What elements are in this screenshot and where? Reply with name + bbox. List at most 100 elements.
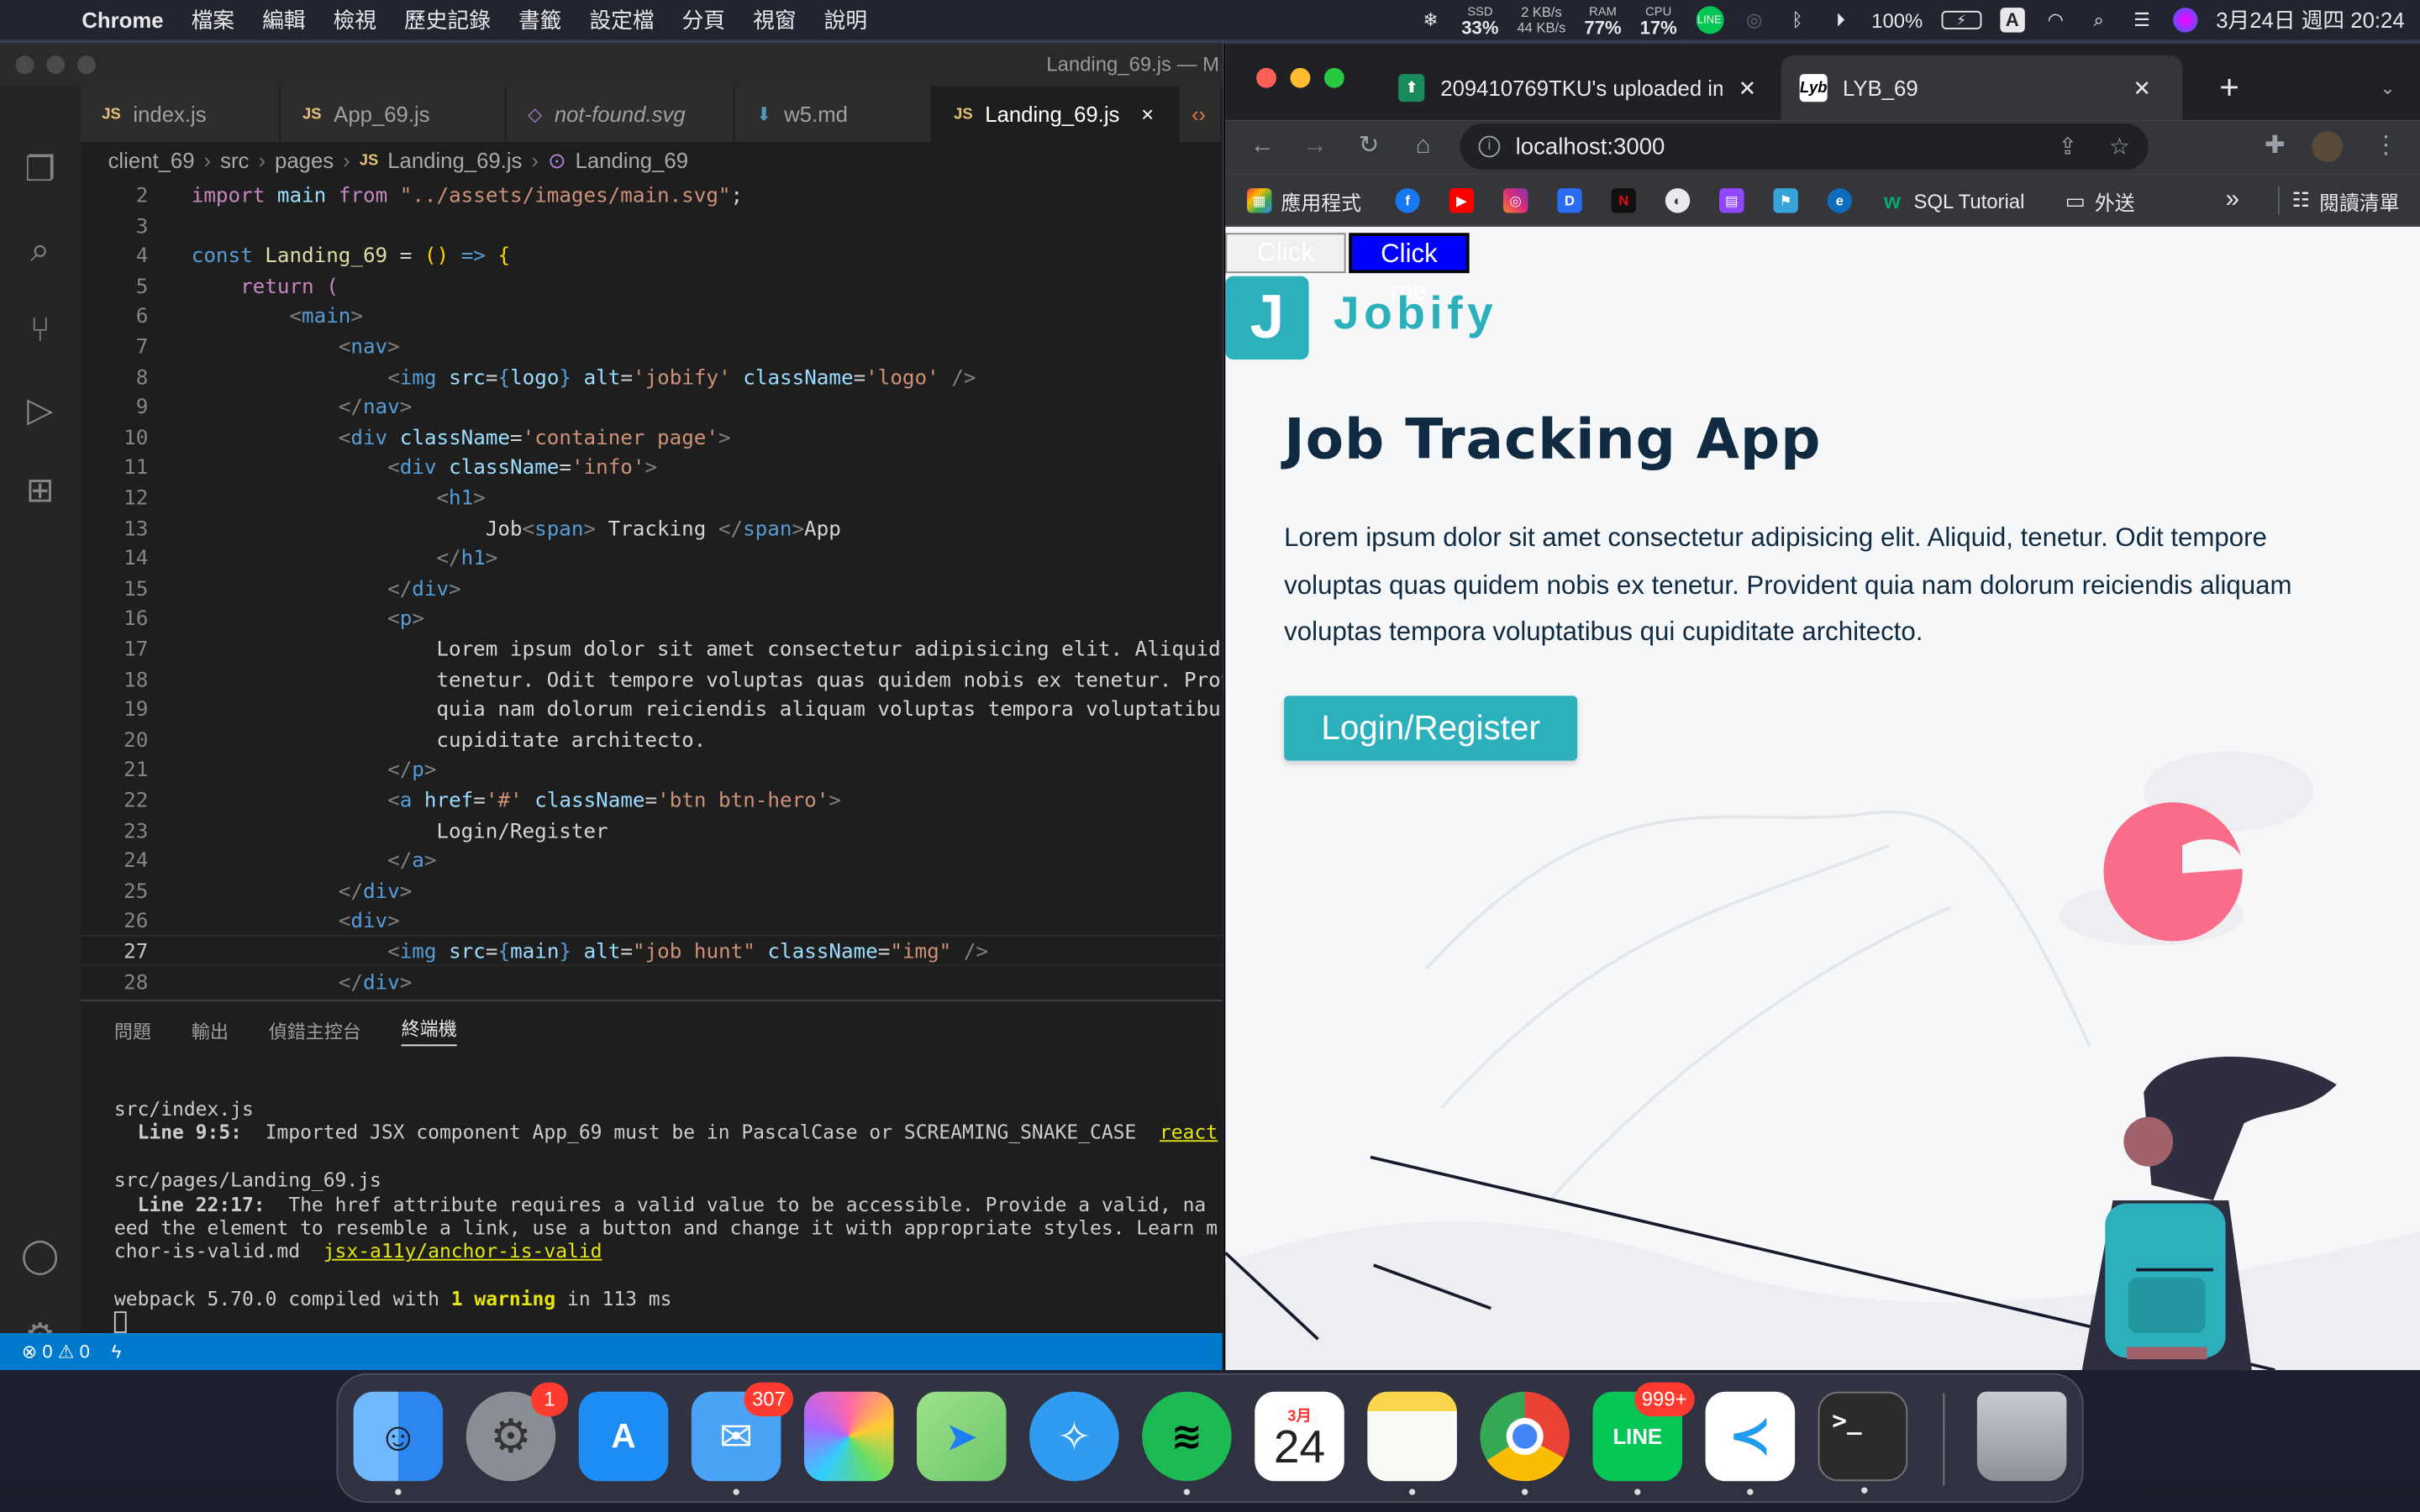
bookmark-youtube[interactable]: ▶ (1449, 186, 1475, 214)
reload-icon[interactable]: ↻ (1354, 131, 1385, 162)
tab-problems[interactable]: 問題 (114, 1017, 151, 1043)
tab-overflow[interactable]: ‹› (1179, 86, 1223, 142)
terminal-icon[interactable]: >_ (1818, 1391, 1908, 1494)
tab-output[interactable]: 輸出 (192, 1017, 229, 1043)
menu-bookmarks[interactable]: 書籤 (504, 0, 575, 40)
click-me-button-1[interactable]: Click me (1225, 233, 1346, 304)
tab-terminal[interactable]: 終端機 (401, 1016, 457, 1047)
forward-icon[interactable]: → (1300, 131, 1331, 162)
home-icon[interactable]: ⌂ (1407, 131, 1439, 162)
close-tab-icon[interactable]: ✕ (1739, 75, 1757, 101)
chrome-tab-lyb69[interactable]: Lyb LYB_69 ✕ (1781, 55, 2183, 121)
menu-window[interactable]: 視窗 (739, 0, 810, 40)
breadcrumb-folder[interactable]: client_69 (108, 148, 195, 172)
close-tab-icon[interactable]: ✕ (2133, 75, 2151, 101)
zoom-window-button[interactable] (1323, 67, 1344, 88)
mail-icon[interactable]: ✉ 307 (691, 1382, 794, 1495)
line-menu-icon[interactable]: LINE (1695, 6, 1723, 34)
close-tab-icon[interactable]: × (1141, 102, 1154, 126)
breadcrumb-file[interactable]: Landing_69.js (387, 148, 522, 172)
photos-icon[interactable] (803, 1391, 894, 1482)
bookmark-twitch[interactable]: ▤ (1719, 186, 1744, 214)
siri-icon[interactable] (2172, 8, 2198, 33)
breadcrumb-symbol[interactable]: Landing_69 (576, 148, 688, 172)
play-icon[interactable]: ⏵ (1828, 8, 1853, 32)
extensions-puzzle-icon[interactable]: ✚ (2260, 131, 2291, 162)
click-me-button-2[interactable]: Click me (1349, 233, 1470, 306)
bookmarks-overflow[interactable]: » (2226, 186, 2239, 214)
bookmark-site-2[interactable]: ⚑ (1773, 186, 1798, 214)
eslint-rule-link[interactable]: react (1160, 1121, 1218, 1144)
snowflake-icon[interactable]: ❄ (1418, 8, 1443, 32)
extensions-icon[interactable]: ⊞ (18, 469, 61, 512)
search-icon[interactable]: ⌕ (18, 228, 61, 271)
airdrop-icon[interactable]: ◎ (1742, 8, 1766, 32)
run-debug-icon[interactable]: ▷ (18, 389, 61, 432)
bookmark-globe[interactable]: ◐ (1665, 186, 1691, 214)
trash-icon[interactable] (1976, 1391, 2067, 1482)
chrome-tab-uploaded[interactable]: ⬆ 209410769TKU's uploaded im ✕ (1380, 55, 1775, 120)
site-info-icon[interactable]: i (1478, 135, 1501, 158)
menu-profiles[interactable]: 設定檔 (576, 0, 668, 40)
profile-avatar[interactable] (2312, 131, 2344, 162)
wifi-icon[interactable]: ◠ (2044, 8, 2068, 32)
source-control-icon[interactable]: ⑂ (18, 308, 61, 351)
menu-edit[interactable]: 編輯 (249, 0, 319, 40)
app-store-icon[interactable]: A (578, 1391, 669, 1482)
back-icon[interactable]: ← (1247, 131, 1278, 162)
close-window-button[interactable] (15, 55, 34, 75)
reading-list[interactable]: ☷ 閱讀清單 (2278, 186, 2400, 215)
tab-search-icon[interactable]: ⌄ (2361, 55, 2414, 120)
vscode-icon[interactable]: ≺ (1705, 1391, 1796, 1495)
tab-not-found-svg[interactable]: ◇ not-found.svg (506, 86, 735, 142)
finder-icon[interactable]: ☺ (353, 1391, 444, 1495)
terminal-output[interactable]: src/index.js Line 9:5: Imported JSX comp… (113, 1097, 1223, 1338)
bookmark-star-icon[interactable]: ☆ (2109, 133, 2130, 160)
breadcrumb-folder[interactable]: src (220, 148, 249, 172)
account-icon[interactable]: ◯ (18, 1234, 61, 1277)
bookmark-apps[interactable]: ▦ 應用程式 (1247, 186, 1361, 214)
menu-file[interactable]: 檔案 (177, 0, 248, 40)
bluetooth-icon[interactable]: ᛒ (1785, 8, 1809, 32)
tab-landing-js[interactable]: JS Landing_69.js × (932, 86, 1180, 142)
menu-tabs[interactable]: 分頁 (668, 0, 739, 40)
ram-stat[interactable]: RAM 77% (1584, 5, 1621, 38)
menu-app-chrome[interactable]: Chrome (68, 0, 177, 40)
bookmark-netflix[interactable]: N (1611, 186, 1636, 214)
line-icon[interactable]: LINE 999+ (1592, 1382, 1695, 1495)
safari-icon[interactable]: ✧ (1029, 1391, 1119, 1482)
calendar-icon[interactable]: 3月 24 (1255, 1391, 1344, 1482)
chrome-icon[interactable] (1480, 1391, 1570, 1495)
clock[interactable]: 3月24日 週四 20:24 (2216, 5, 2404, 36)
bookmark-instagram[interactable]: ◎ (1502, 186, 1528, 214)
spotify-icon[interactable]: ≋ (1142, 1391, 1232, 1495)
maps-icon[interactable]: ➤ (917, 1391, 1007, 1482)
tab-w5-md[interactable]: ⬇ w5.md (734, 86, 933, 142)
network-stat[interactable]: 2 KB/s 44 KB/s (1517, 5, 1565, 36)
zoom-window-button[interactable] (76, 55, 96, 75)
minimize-window-button[interactable] (1290, 67, 1311, 88)
problems-status[interactable]: ⊗ 0 ⚠ 0 (22, 1341, 90, 1362)
battery-icon[interactable]: ⚡ (1941, 10, 1982, 29)
menu-help[interactable]: 說明 (810, 0, 881, 40)
bookmark-edge[interactable]: e (1827, 186, 1853, 214)
menu-history[interactable]: 歷史記錄 (391, 0, 505, 40)
cpu-stat[interactable]: CPU 17% (1640, 5, 1677, 38)
address-bar[interactable]: i localhost:3000 ⇪ ☆ (1460, 123, 2149, 171)
notes-icon[interactable] (1367, 1391, 1457, 1495)
more-menu-icon[interactable]: ⋮ (2370, 131, 2402, 162)
ssd-stat[interactable]: SSD 33% (1461, 5, 1498, 38)
explorer-icon[interactable]: ❐ (18, 148, 61, 191)
minimize-window-button[interactable] (46, 55, 66, 75)
share-icon[interactable]: ⇪ (2058, 133, 2077, 160)
search-icon[interactable]: ⌕ (2086, 8, 2111, 32)
system-preferences-icon[interactable]: ⚙ 1 (466, 1382, 568, 1482)
control-center-icon[interactable]: ☰ (2129, 8, 2154, 32)
new-tab-button[interactable]: + (2201, 55, 2258, 120)
bookmark-folder-delivery[interactable]: ▭ 外送 (2065, 186, 2135, 214)
breadcrumb-folder[interactable]: pages (275, 148, 334, 172)
eslint-rule-link[interactable]: jsx-a11y/anchor-is-valid (324, 1240, 602, 1263)
close-window-button[interactable] (1256, 67, 1276, 88)
menu-view[interactable]: 檢視 (319, 0, 390, 40)
bookmark-sql-tutorial[interactable]: w SQL Tutorial (1880, 186, 2025, 214)
